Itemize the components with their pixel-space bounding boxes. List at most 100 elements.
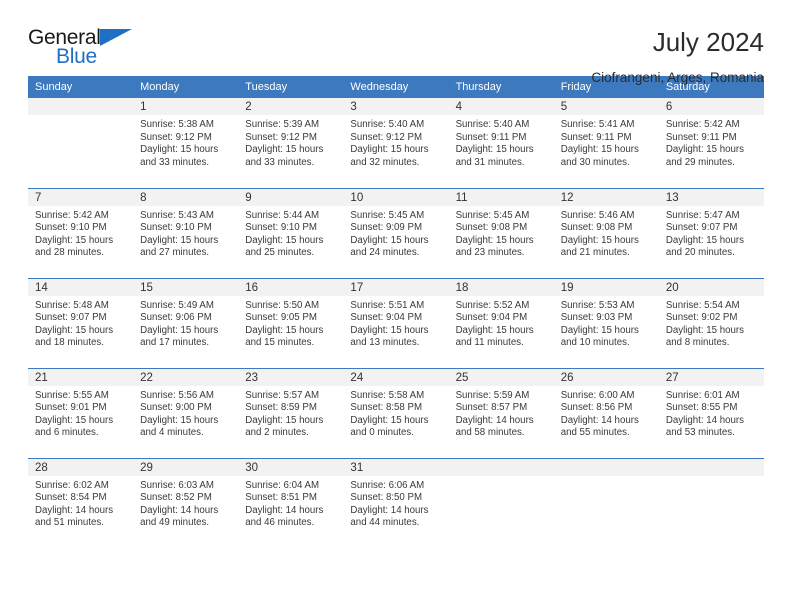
sunset-text: Sunset: 8:51 PM — [245, 492, 317, 504]
day-cell[interactable]: 14 Sunrise: 5:48 AM Sunset: 9:07 PM Dayligh… — [28, 277, 134, 368]
day-cell[interactable]: 26 Sunrise: 6:00 AM Sunset: 8:56 PM Dayligh… — [553, 367, 659, 458]
sunrise-text: Sunrise: 5:43 AM — [140, 209, 214, 221]
sunrise-text: Sunrise: 6:04 AM — [245, 479, 320, 491]
day-cell[interactable]: 23 Sunrise: 5:57 AM Sunset: 8:59 PM Dayligh… — [238, 367, 344, 458]
calendar-week-row: 21 Sunrise: 5:55 AM Sunset: 9:01 PM Dayligh… — [28, 367, 764, 458]
daylight-text: and 17 minutes. — [140, 337, 210, 349]
day-cell[interactable]: 30 Sunrise: 6:04 AM Sunset: 8:51 PM Dayligh… — [238, 457, 344, 548]
day-details: Sunrise: 5:40 AM Sunset: 9:11 PM Daylight:… — [449, 115, 554, 169]
day-details: Sunrise: 5:38 AM Sunset: 9:12 PM Daylight:… — [133, 115, 238, 169]
day-cell[interactable]: 15 Sunrise: 5:49 AM Sunset: 9:06 PM Dayligh… — [133, 277, 239, 368]
sunrise-text: Sunrise: 5:45 AM — [455, 209, 530, 221]
day-details: Sunrise: 5:50 AM Sunset: 9:05 PM Daylight:… — [238, 296, 343, 350]
daylight-text: and 33 minutes. — [245, 156, 315, 168]
generalblue-logo[interactable]: General Blue — [28, 26, 148, 72]
daylight-text: and 13 minutes. — [350, 337, 420, 349]
daylight-text: and 6 minutes. — [35, 427, 99, 439]
sunrise-text: Sunrise: 5:44 AM — [245, 209, 320, 221]
day-cell[interactable]: 8 Sunrise: 5:43 AM Sunset: 9:10 PM Daylight… — [133, 187, 239, 278]
day-cell-empty — [658, 457, 764, 548]
day-cell[interactable]: 5 Sunrise: 5:41 AM Sunset: 9:11 PM Daylight… — [553, 98, 659, 188]
daylight-text: and 31 minutes. — [455, 156, 525, 168]
daylight-text: and 58 minutes. — [455, 427, 525, 439]
day-details: Sunrise: 5:51 AM Sunset: 9:04 PM Daylight:… — [343, 296, 448, 350]
day-cell[interactable]: 25 Sunrise: 5:59 AM Sunset: 8:57 PM Dayligh… — [448, 367, 554, 458]
day-cell[interactable]: 18 Sunrise: 5:52 AM Sunset: 9:04 PM Dayligh… — [448, 277, 554, 368]
day-cell[interactable]: 3 Sunrise: 5:40 AM Sunset: 9:12 PM Daylight… — [343, 98, 449, 188]
sunrise-text: Sunrise: 5:42 AM — [665, 119, 740, 130]
daylight-text: and 27 minutes. — [140, 247, 210, 259]
day-number: 11 — [448, 188, 554, 206]
day-cell[interactable]: 21 Sunrise: 5:55 AM Sunset: 9:01 PM Dayligh… — [28, 367, 134, 458]
day-cell[interactable]: 22 Sunrise: 5:56 AM Sunset: 9:00 PM Dayligh… — [133, 367, 239, 458]
sunset-text: Sunset: 9:12 PM — [245, 131, 317, 143]
day-cell[interactable]: 27 Sunrise: 6:01 AM Sunset: 8:55 PM Dayligh… — [658, 367, 764, 458]
day-cell[interactable]: 11 Sunrise: 5:45 AM Sunset: 9:08 PM Dayligh… — [448, 187, 554, 278]
daylight-text: and 53 minutes. — [665, 427, 735, 439]
day-cell-empty — [553, 457, 659, 548]
day-cell[interactable]: 20 Sunrise: 5:54 AM Sunset: 9:02 PM Dayligh… — [658, 277, 764, 368]
sunrise-text: Sunrise: 5:51 AM — [350, 299, 425, 311]
day-cell[interactable]: 10 Sunrise: 5:45 AM Sunset: 9:09 PM Dayligh… — [343, 187, 449, 278]
daylight-text: and 46 minutes. — [245, 517, 315, 529]
day-cell[interactable]: 7 Sunrise: 5:42 AM Sunset: 9:10 PM Daylight… — [28, 187, 134, 278]
sunrise-text: Sunrise: 5:42 AM — [35, 209, 109, 221]
day-number: 25 — [448, 368, 554, 386]
sunrise-text: Sunrise: 5:39 AM — [245, 119, 320, 130]
day-cell[interactable]: 31 Sunrise: 6:06 AM Sunset: 8:50 PM Dayligh… — [343, 457, 449, 548]
day-number: 3 — [343, 98, 449, 115]
day-cell[interactable]: 2 Sunrise: 5:39 AM Sunset: 9:12 PM Daylight… — [238, 98, 344, 188]
day-cell[interactable]: 29 Sunrise: 6:03 AM Sunset: 8:52 PM Dayligh… — [133, 457, 239, 548]
day-details: Sunrise: 5:39 AM Sunset: 9:12 PM Daylight:… — [238, 115, 343, 169]
sunrise-text: Sunrise: 6:03 AM — [140, 479, 214, 491]
day-cell[interactable]: 19 Sunrise: 5:53 AM Sunset: 9:03 PM Dayligh… — [553, 277, 659, 368]
daylight-text: Daylight: 15 hours — [35, 324, 114, 336]
sunrise-text: Sunrise: 5:47 AM — [665, 209, 740, 221]
day-details: Sunrise: 6:00 AM Sunset: 8:56 PM Daylight:… — [554, 386, 659, 440]
sunset-text: Sunset: 9:11 PM — [560, 131, 632, 143]
sunset-text: Sunset: 8:54 PM — [35, 492, 107, 504]
day-details: Sunrise: 5:41 AM Sunset: 9:11 PM Daylight:… — [554, 115, 659, 169]
day-cell[interactable]: 13 Sunrise: 5:47 AM Sunset: 9:07 PM Dayligh… — [658, 187, 764, 278]
day-cell[interactable]: 28 Sunrise: 6:02 AM Sunset: 8:54 PM Dayligh… — [28, 457, 134, 548]
day-cell[interactable]: 4 Sunrise: 5:40 AM Sunset: 9:11 PM Daylight… — [448, 98, 554, 188]
sunset-text: Sunset: 9:07 PM — [665, 222, 738, 234]
day-cell[interactable]: 12 Sunrise: 5:46 AM Sunset: 9:08 PM Dayligh… — [553, 187, 659, 278]
daylight-text: Daylight: 15 hours — [560, 324, 639, 336]
day-number — [553, 458, 659, 476]
day-cell[interactable]: 24 Sunrise: 5:58 AM Sunset: 8:58 PM Dayligh… — [343, 367, 449, 458]
daylight-text: Daylight: 15 hours — [350, 414, 429, 426]
day-cell[interactable]: 6 Sunrise: 5:42 AM Sunset: 9:11 PM Daylight… — [658, 98, 764, 188]
calendar-table: Sunday Monday Tuesday Wednesday Thursday… — [28, 76, 764, 548]
day-details: Sunrise: 5:44 AM Sunset: 9:10 PM Daylight:… — [238, 206, 343, 260]
day-cell[interactable]: 9 Sunrise: 5:44 AM Sunset: 9:10 PM Daylight… — [238, 187, 344, 278]
day-number: 13 — [658, 188, 764, 206]
sunrise-text: Sunrise: 6:02 AM — [35, 479, 109, 491]
sunset-text: Sunset: 8:55 PM — [665, 402, 738, 414]
day-number — [658, 458, 764, 476]
daylight-text: and 20 minutes. — [665, 247, 735, 259]
sunset-text: Sunset: 9:01 PM — [35, 402, 107, 414]
daylight-text: and 2 minutes. — [245, 427, 309, 439]
sunrise-text: Sunrise: 5:53 AM — [560, 299, 635, 311]
sunset-text: Sunset: 9:06 PM — [140, 312, 212, 324]
day-details: Sunrise: 5:40 AM Sunset: 9:12 PM Daylight:… — [343, 115, 448, 169]
day-number: 29 — [133, 458, 239, 476]
day-cell[interactable]: 17 Sunrise: 5:51 AM Sunset: 9:04 PM Dayligh… — [343, 277, 449, 368]
daylight-text: and 21 minutes. — [560, 247, 630, 259]
sunset-text: Sunset: 9:09 PM — [350, 222, 423, 234]
sunrise-text: Sunrise: 6:00 AM — [560, 389, 635, 401]
sunset-text: Sunset: 9:10 PM — [245, 222, 317, 234]
sunset-text: Sunset: 9:03 PM — [560, 312, 633, 324]
sunrise-text: Sunrise: 5:55 AM — [35, 389, 109, 401]
day-details: Sunrise: 6:04 AM Sunset: 8:51 PM Daylight:… — [238, 476, 343, 530]
sunrise-text: Sunrise: 5:56 AM — [140, 389, 214, 401]
day-cell[interactable]: 16 Sunrise: 5:50 AM Sunset: 9:05 PM Dayligh… — [238, 277, 344, 368]
day-number: 5 — [553, 98, 659, 115]
sunset-text: Sunset: 9:11 PM — [665, 131, 737, 143]
sunset-text: Sunset: 9:11 PM — [455, 131, 527, 143]
sunrise-text: Sunrise: 5:52 AM — [455, 299, 530, 311]
daylight-text: and 29 minutes. — [665, 156, 735, 168]
day-cell[interactable]: 1 Sunrise: 5:38 AM Sunset: 9:12 PM Daylight… — [133, 98, 239, 188]
daylight-text: Daylight: 15 hours — [665, 144, 744, 156]
